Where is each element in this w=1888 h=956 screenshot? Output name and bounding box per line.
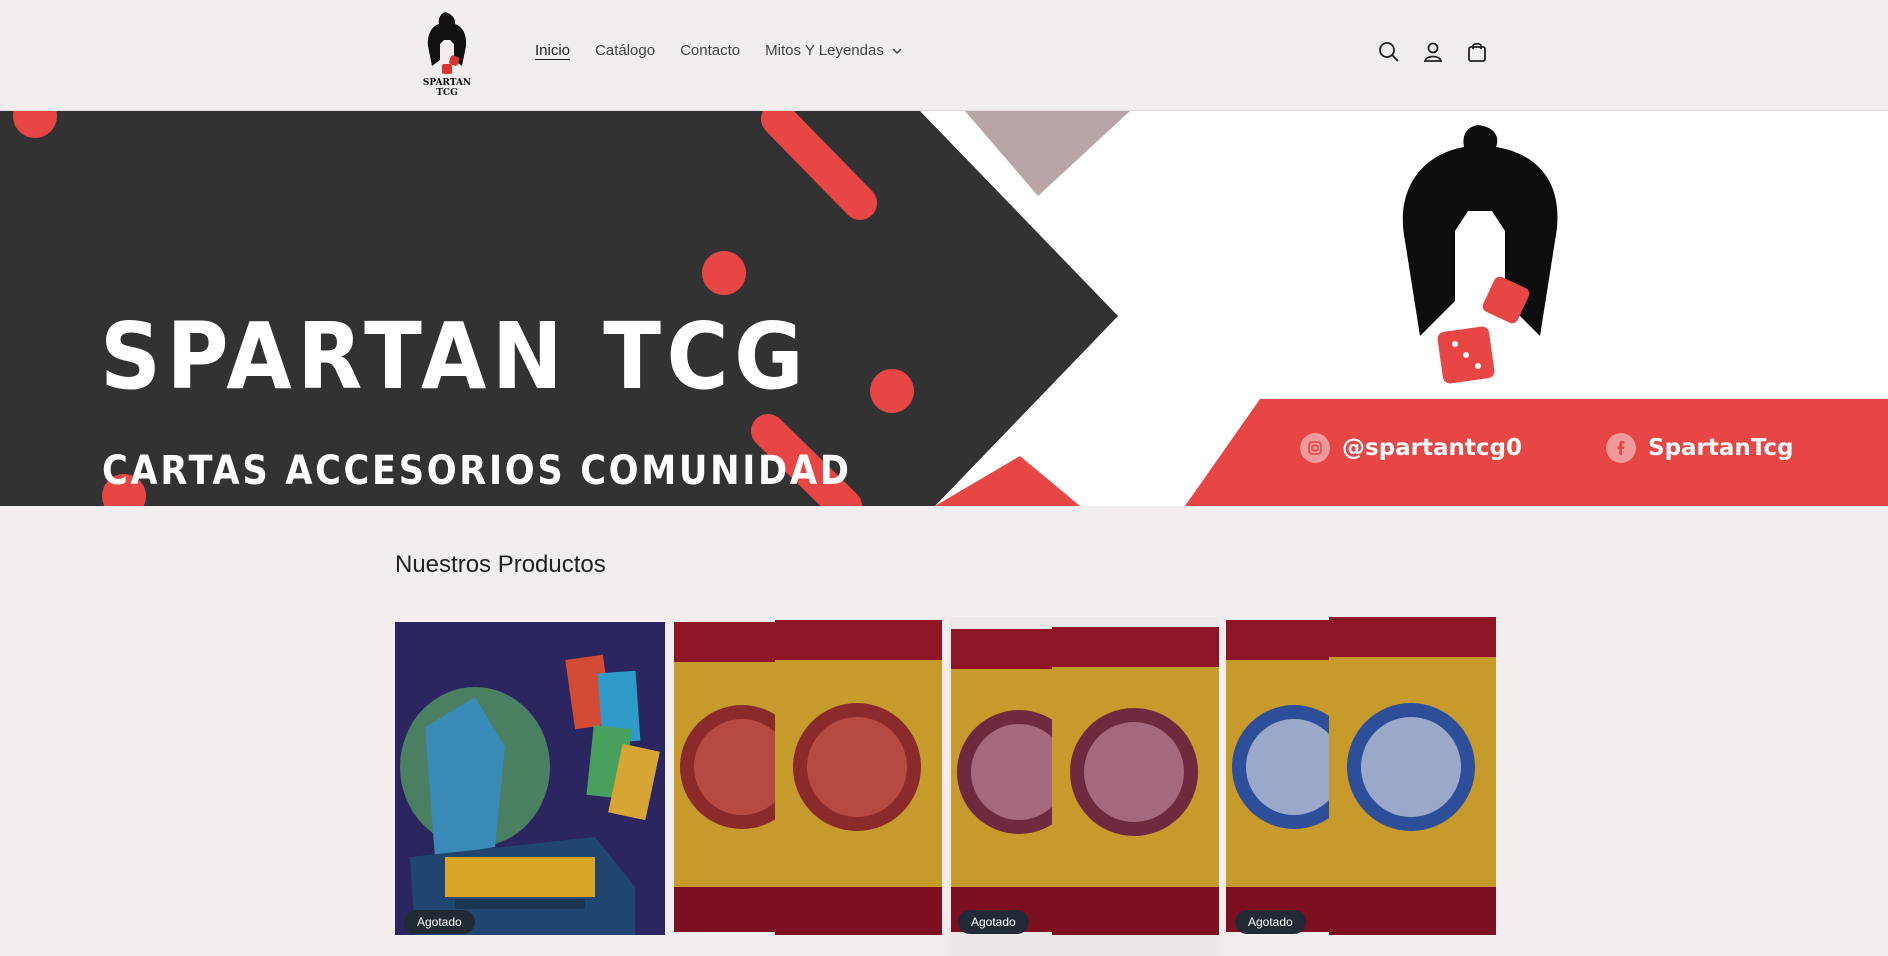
- hero-subtitle: CARTAS ACCESORIOS COMUNIDAD: [102, 448, 852, 494]
- product-image: [395, 622, 665, 935]
- product-card-honor-espartano[interactable]: Agotado: [949, 617, 1219, 956]
- sold-out-badge: Agotado: [404, 910, 475, 934]
- product-image: [1226, 617, 1496, 956]
- product-grid: Agotado Agotado Agotado: [395, 617, 1497, 956]
- site-header: SPARTAN TCG Inicio Catálogo Contacto Mit…: [0, 0, 1888, 111]
- nav-mitos-y-leyendas[interactable]: Mitos Y Leyendas: [765, 42, 902, 59]
- product-image: [949, 617, 1219, 956]
- header-icons: [1376, 38, 1490, 66]
- hero-banner: SPARTAN TCG CARTAS ACCESORIOS COMUNIDAD: [0, 111, 1888, 506]
- facebook-label: SpartanTcg: [1648, 435, 1794, 461]
- cart-button[interactable]: [1464, 38, 1490, 66]
- spartan-helmet-logo-icon: [427, 12, 467, 74]
- nav-contacto[interactable]: Contacto: [680, 42, 740, 59]
- account-button[interactable]: [1420, 38, 1446, 66]
- search-icon: [1379, 42, 1399, 62]
- product-image: [672, 617, 942, 956]
- instagram-handle[interactable]: @spartantcg0: [1300, 433, 1522, 463]
- chevron-down-icon: [892, 47, 902, 54]
- hero-title: SPARTAN TCG: [100, 303, 810, 410]
- nav-mitos-label: Mitos Y Leyendas: [765, 42, 884, 59]
- site-logo[interactable]: SPARTAN TCG: [412, 10, 482, 98]
- cart-icon: [1468, 42, 1486, 62]
- facebook-icon: [1606, 433, 1636, 463]
- logo-text: SPARTAN TCG: [422, 78, 472, 98]
- sold-out-badge: Agotado: [1235, 910, 1306, 934]
- nav-catalogo[interactable]: Catálogo: [595, 42, 655, 59]
- product-card-leyendas[interactable]: Agotado: [395, 617, 665, 956]
- instagram-icon: [1300, 433, 1330, 463]
- account-icon: [1423, 42, 1443, 62]
- product-card-valor-ateniense[interactable]: Agotado: [1226, 617, 1496, 956]
- nav-inicio[interactable]: Inicio: [535, 42, 570, 59]
- section-title: Nuestros Productos: [395, 551, 606, 578]
- instagram-label: @spartantcg0: [1342, 435, 1523, 461]
- search-button[interactable]: [1376, 38, 1402, 66]
- facebook-handle[interactable]: SpartanTcg: [1606, 433, 1794, 463]
- sold-out-badge: Agotado: [958, 910, 1029, 934]
- product-card-dominio-persa[interactable]: [672, 617, 942, 956]
- main-nav: Inicio Catálogo Contacto Mitos Y Leyenda…: [535, 42, 927, 59]
